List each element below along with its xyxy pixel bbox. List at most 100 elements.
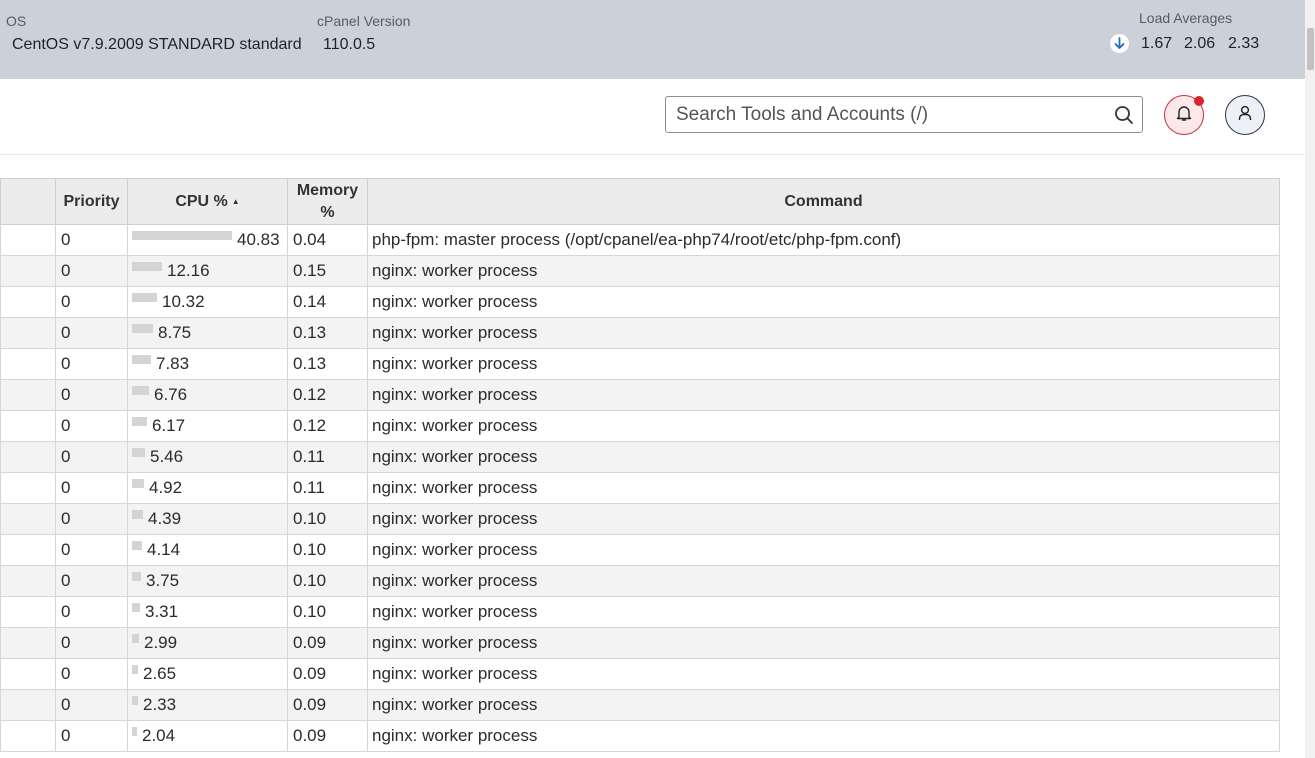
notification-badge [1194,96,1204,106]
sort-ascending-icon: ▲ [231,196,240,206]
table-row: 0 2.33 0.09 nginx: worker process [0,689,1280,721]
bell-icon [1175,104,1193,127]
priority-cell: 0 [55,410,128,442]
cpu-usage-bar [132,479,144,488]
cpu-value: 3.75 [146,571,180,590]
cpu-header-label: CPU % [175,192,228,210]
column-header-command[interactable]: Command [367,178,1280,225]
table-row: 0 4.39 0.10 nginx: worker process [0,503,1280,535]
cpu-cell: 2.99 [127,627,288,659]
table-header-row: Priority CPU % ▲ Memory % Command [0,178,1280,225]
command-cell: nginx: worker process [367,317,1280,349]
memory-cell: 0.10 [287,565,368,597]
memory-cell: 0.13 [287,317,368,349]
hidden-cell [0,410,56,442]
page-header [0,79,1305,155]
memory-cell: 0.09 [287,689,368,721]
priority-cell: 0 [55,627,128,659]
hidden-cell [0,255,56,287]
priority-cell: 0 [55,689,128,721]
memory-cell: 0.09 [287,658,368,690]
cpu-value: 5.46 [150,447,184,466]
table-row: 0 2.04 0.09 nginx: worker process [0,720,1280,752]
priority-cell: 0 [55,224,128,256]
memory-cell: 0.15 [287,255,368,287]
hidden-cell [0,379,56,411]
cpu-usage-bar [132,510,143,519]
column-header-priority[interactable]: Priority [55,178,128,225]
cpu-value: 6.17 [152,416,186,435]
memory-cell: 0.10 [287,596,368,628]
load-average-5: 2.06 [1184,35,1216,52]
load-average-1: 1.67 [1141,35,1173,52]
cpu-cell: 5.46 [127,441,288,473]
table-row: 0 3.31 0.10 nginx: worker process [0,596,1280,628]
os-label: OS [6,13,27,29]
cpu-usage-bar [132,355,151,364]
search-icon[interactable] [1114,105,1134,125]
load-averages-label: Load Averages [1139,10,1233,26]
table-row: 0 8.75 0.13 nginx: worker process [0,317,1280,349]
column-header-cpu[interactable]: CPU % ▲ [127,178,288,225]
priority-cell: 0 [55,658,128,690]
cpu-value: 2.33 [143,695,177,714]
cpu-usage-bar [132,541,142,550]
cpu-cell: 7.83 [127,348,288,380]
cpu-cell: 8.75 [127,317,288,349]
priority-cell: 0 [55,503,128,535]
search-box [665,96,1143,133]
cpu-value: 12.16 [167,261,210,280]
cpu-cell: 2.65 [127,658,288,690]
command-cell: nginx: worker process [367,627,1280,659]
priority-cell: 0 [55,255,128,287]
command-cell: nginx: worker process [367,596,1280,628]
command-cell: nginx: worker process [367,379,1280,411]
hidden-cell [0,627,56,659]
cpu-value: 10.32 [162,292,205,311]
memory-cell: 0.13 [287,348,368,380]
priority-cell: 0 [55,286,128,318]
command-cell: nginx: worker process [367,286,1280,318]
user-menu-button[interactable] [1225,95,1265,135]
cpu-usage-bar [132,231,232,240]
cpu-cell: 6.76 [127,379,288,411]
hidden-cell [0,503,56,535]
cpu-usage-bar [132,386,149,395]
memory-cell: 0.09 [287,627,368,659]
priority-cell: 0 [55,534,128,566]
command-cell: nginx: worker process [367,255,1280,287]
table-row: 0 40.83 0.04 php-fpm: master process (/opt/… [0,224,1280,256]
hidden-cell [0,689,56,721]
memory-cell: 0.10 [287,534,368,566]
priority-cell: 0 [55,565,128,597]
table-row: 0 2.99 0.09 nginx: worker process [0,627,1280,659]
cpu-value: 4.39 [148,509,182,528]
command-cell: nginx: worker process [367,410,1280,442]
cpu-value: 2.04 [142,726,176,745]
page-scrollbar[interactable] [1305,0,1315,758]
hidden-cell [0,348,56,380]
cpu-cell: 2.33 [127,689,288,721]
command-cell: nginx: worker process [367,441,1280,473]
cpu-usage-bar [132,262,162,271]
priority-cell: 0 [55,379,128,411]
memory-cell: 0.11 [287,472,368,504]
cpu-value: 7.83 [156,354,190,373]
search-input[interactable] [676,97,1106,132]
cpu-usage-bar [132,417,147,426]
cpu-usage-bar [132,727,137,736]
priority-header-label: Priority [63,192,120,210]
cpu-usage-bar [132,448,145,457]
hidden-cell [0,658,56,690]
hidden-cell [0,720,56,752]
scrollbar-thumb[interactable] [1307,28,1314,70]
cpu-cell: 4.39 [127,503,288,535]
cpu-value: 40.83 [237,230,280,249]
column-header-hidden [0,178,56,225]
load-average-15: 2.33 [1228,35,1260,52]
column-header-memory[interactable]: Memory % [287,178,368,225]
cpu-value: 4.92 [149,478,183,497]
table-row: 0 5.46 0.11 nginx: worker process [0,441,1280,473]
memory-header-label: Memory % [296,181,359,221]
priority-cell: 0 [55,441,128,473]
